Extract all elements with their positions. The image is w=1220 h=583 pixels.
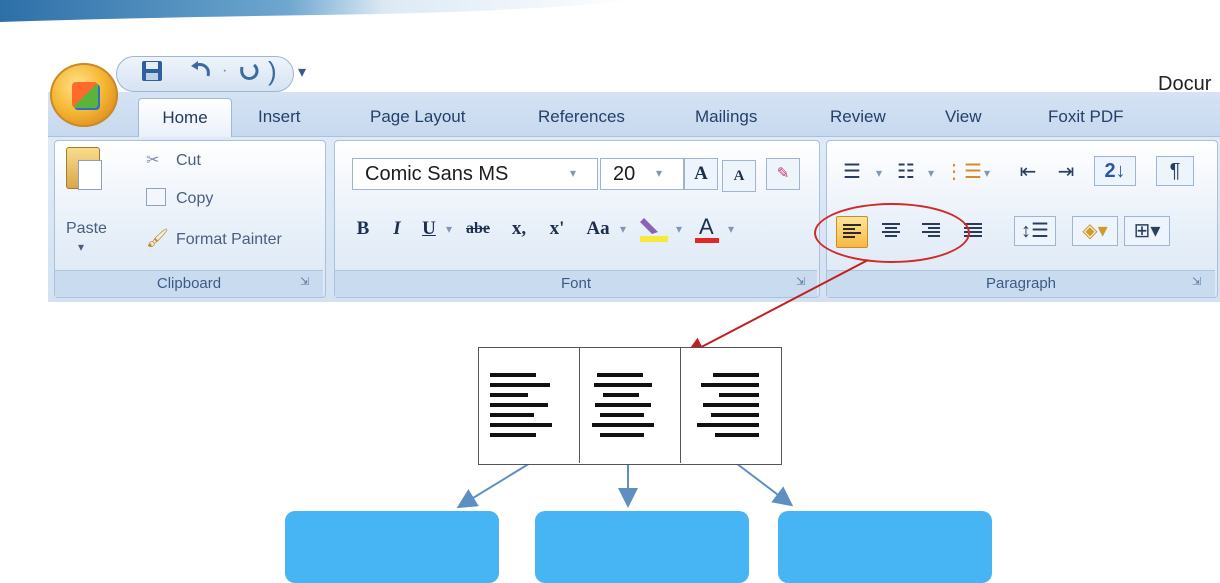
answer-box-right — [778, 511, 992, 583]
left-aligned-text-icon — [478, 347, 578, 463]
annotation-arrows — [456, 259, 869, 509]
red-pointer-arrow — [684, 259, 869, 356]
answer-box-center — [535, 511, 749, 583]
right-aligned-text-icon — [681, 347, 781, 463]
answer-box-left — [285, 511, 499, 583]
center-aligned-text-icon — [580, 347, 680, 463]
